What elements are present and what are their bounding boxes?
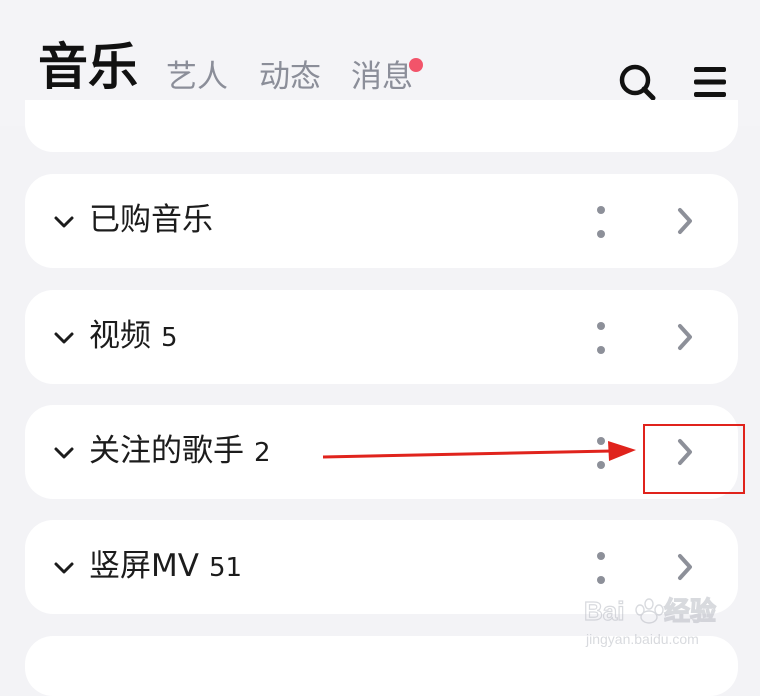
row-label: 关注的歌手 2 [89,433,271,469]
tab-messages[interactable]: 消息 [351,62,413,93]
chevron-down-icon[interactable] [53,211,75,233]
chevron-down-icon[interactable] [53,557,75,579]
chevron-down-icon[interactable] [53,327,75,349]
chevron-down-icon[interactable] [53,442,75,464]
svg-text:jingyan.baidu.com: jingyan.baidu.com [585,631,699,647]
svg-text:Bai: Bai [584,596,624,626]
chevron-right-icon[interactable] [673,320,697,354]
previous-card [25,100,738,152]
menu-icon[interactable] [690,62,730,102]
more-options-icon[interactable] [591,314,611,362]
baidu-jingyan-watermark: Bai 经验 jingyan.baidu.com [583,595,716,647]
tab-feed[interactable]: 动态 [259,62,321,93]
list-item-videos[interactable]: 视频 5 [25,290,738,384]
more-options-icon[interactable] [591,198,611,246]
tab-artists[interactable]: 艺人 [166,62,228,93]
tab-music[interactable]: 音乐 [38,42,138,92]
chevron-right-icon[interactable] [673,204,697,238]
annotation-highlight-box [643,424,745,494]
row-label: 已购音乐 [89,202,213,238]
more-options-icon[interactable] [591,429,611,477]
chevron-right-icon[interactable] [673,550,697,584]
row-label: 视频 5 [89,318,178,354]
search-icon[interactable] [617,62,657,102]
more-options-icon[interactable] [591,544,611,592]
list-item-purchased-music[interactable]: 已购音乐 [25,174,738,268]
svg-text:经验: 经验 [664,596,716,626]
list-item-followed-artists[interactable]: 关注的歌手 2 [25,405,738,499]
row-label: 竖屏MV 51 [89,548,243,584]
unread-badge [409,58,423,72]
